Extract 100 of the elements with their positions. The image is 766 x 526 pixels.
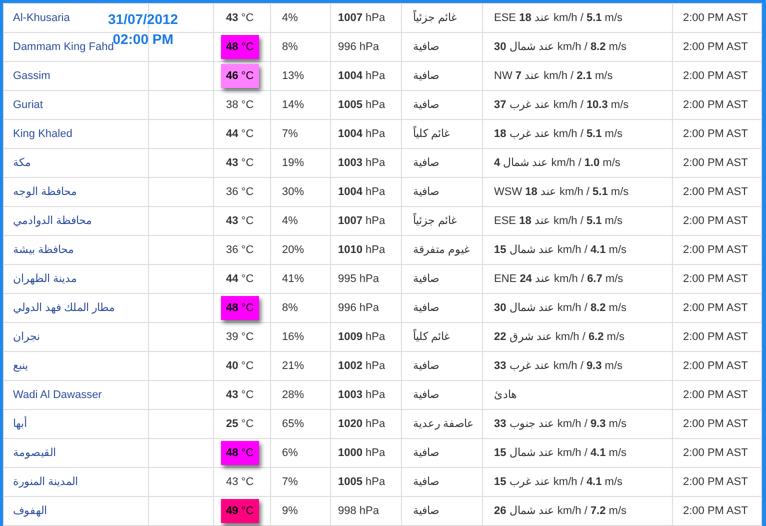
observation-time: 2:00 PM AST (683, 360, 748, 372)
pressure: 996 hPa (338, 40, 379, 53)
pressure: 1003 hPa (338, 156, 386, 169)
weather-condition: صافية (413, 388, 439, 401)
temperature: 38 °C (225, 98, 254, 111)
temperature: 25 °C (225, 418, 254, 430)
observation-time: 2:00 PM AST (683, 302, 748, 314)
weather-condition: صافية (413, 98, 439, 111)
weather-condition: صافية (413, 156, 439, 169)
station-name: مطار الملك فهد الدولي (13, 302, 116, 314)
weather-condition: صافية (413, 272, 439, 285)
observation-time: 2:00 PM AST (683, 98, 748, 111)
station-name: Dammam King Fahd (13, 40, 114, 53)
pressure: 1005 hPa (338, 98, 386, 111)
observation-time: 2:00 PM AST (683, 418, 748, 430)
humidity: 7% (282, 128, 298, 140)
humidity: 6% (282, 446, 298, 459)
observation-time: 2:00 PM AST (683, 40, 748, 53)
humidity: 7% (282, 476, 298, 488)
humidity: 8% (282, 40, 298, 53)
wind: هادئ (494, 388, 517, 401)
observation-time: 2:00 PM AST (683, 504, 748, 517)
temperature: 44 °C (225, 272, 254, 285)
temperature: 43 °C (225, 156, 254, 169)
observation-time: 2:00 PM AST (683, 446, 748, 459)
observation-time: 2:00 PM AST (683, 70, 748, 82)
station-name: أبها (13, 418, 27, 430)
weather-condition: صافية (413, 446, 439, 459)
station-name: Gassim (13, 70, 50, 82)
pressure: 1007 hPa (338, 214, 386, 227)
temperature-badge: 48 °C (221, 34, 259, 60)
pressure: 1004 hPa (338, 186, 386, 198)
pressure: 1005 hPa (338, 476, 386, 488)
pressure: 996 hPa (338, 302, 379, 314)
pressure: 1010 hPa (338, 244, 386, 256)
station-name: ينبع (13, 360, 28, 372)
temperature: 43 °C (225, 476, 254, 488)
station-name: المدينة المنورة (13, 476, 78, 488)
pressure: 995 hPa (338, 272, 379, 285)
temperature: 43 °C (225, 12, 254, 24)
temperature: 40 °C (225, 360, 254, 372)
weather-condition: عاصفة رعدية (413, 418, 474, 430)
station-name: محافظة الوجه (13, 186, 78, 198)
station-name: القيصومة (13, 446, 56, 459)
observation-time: 2:00 PM AST (683, 186, 748, 198)
observation-time: 2:00 PM AST (683, 476, 748, 488)
temperature: 43 °C (225, 388, 254, 401)
weather-condition: صافية (413, 40, 439, 53)
weather-condition: غيوم متفرقة (413, 244, 470, 256)
humidity: 13% (282, 70, 304, 82)
weather-condition: صافية (413, 186, 439, 198)
temperature-badge: 46 °C (221, 64, 259, 88)
temperature-badge: 49 °C (221, 498, 259, 524)
observation-time: 2:00 PM AST (683, 12, 748, 24)
station-name: Al-Khusaria (13, 12, 70, 24)
weather-condition: غائم جزئياً (413, 214, 458, 227)
observation-time: 2:00 PM AST (683, 244, 748, 256)
time-label: 02:00 PM (112, 30, 174, 47)
station-name: الهفوف (13, 504, 47, 517)
station-name: نجران (13, 330, 40, 343)
pressure: 1020 hPa (338, 418, 386, 430)
temperature-badge: 48 °C (221, 440, 259, 466)
temperature: 44 °C (225, 128, 254, 140)
weather-condition: صافية (413, 360, 439, 372)
pressure: 1002 hPa (338, 360, 386, 372)
observation-time: 2:00 PM AST (683, 388, 748, 401)
pressure: 1004 hPa (338, 128, 386, 140)
humidity: 4% (282, 12, 298, 24)
station-name: Guriat (13, 98, 43, 111)
observation-time: 2:00 PM AST (683, 330, 748, 343)
observation-time: 2:00 PM AST (683, 128, 748, 140)
weather-condition: صافية (413, 476, 439, 488)
pressure: 1007 hPa (338, 12, 386, 24)
humidity: 4% (282, 214, 298, 227)
station-name: مكة (13, 156, 31, 169)
humidity: 30% (282, 186, 304, 198)
humidity: 14% (282, 98, 304, 111)
pressure: 1003 hPa (338, 388, 386, 401)
weather-condition: غائم كلياً (413, 330, 450, 343)
weather-condition: غائم كلياً (413, 128, 450, 140)
temperature: 36 °C (225, 244, 254, 256)
pressure: 1009 hPa (338, 330, 386, 343)
weather-condition: غائم جزئياً (413, 12, 458, 24)
humidity: 8% (282, 302, 298, 314)
weather-condition: صافية (413, 302, 439, 314)
humidity: 20% (282, 244, 304, 256)
station-name: Wadi Al Dawasser (13, 388, 102, 401)
pressure: 998 hPa (338, 504, 379, 517)
observation-time: 2:00 PM AST (683, 214, 748, 227)
humidity: 28% (282, 388, 304, 401)
humidity: 19% (282, 156, 304, 169)
observation-time: 2:00 PM AST (683, 272, 748, 285)
humidity: 65% (282, 418, 304, 430)
temperature: 36 °C (225, 186, 254, 198)
station-name: مدينة الظهران (13, 272, 78, 285)
humidity: 16% (282, 330, 304, 343)
pressure: 1004 hPa (338, 70, 386, 82)
weather-condition: صافية (413, 70, 439, 82)
temperature-badge: 48 °C (221, 296, 259, 320)
station-name: محافظة بيشة (13, 244, 74, 256)
